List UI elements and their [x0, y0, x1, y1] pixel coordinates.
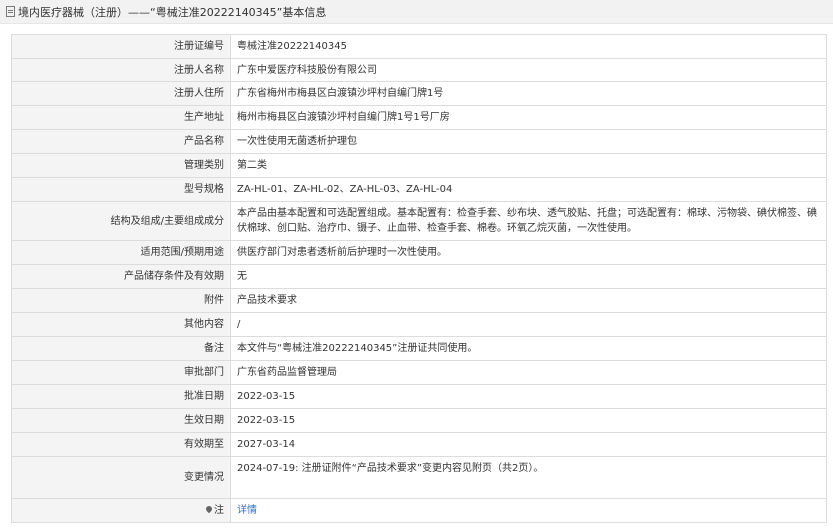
row-value: /: [230, 312, 827, 337]
row-label: 产品储存条件及有效期: [11, 264, 231, 289]
note-label-cell: 注: [11, 498, 231, 523]
row-value: 本文件与“粤械注准20222140345”注册证共同使用。: [230, 336, 827, 361]
note-value-cell: 详情: [230, 498, 827, 523]
row-value: 产品技术要求: [230, 288, 827, 313]
row-label: 审批部门: [11, 360, 231, 385]
table-row: 其他内容 /: [11, 312, 827, 337]
table-row: 生产地址 梅州市梅县区白渡镇沙坪村自编门牌1号1号厂房: [11, 105, 827, 130]
row-label: 管理类别: [11, 153, 231, 178]
row-label: 产品名称: [11, 129, 231, 154]
table-row: 注册人住所 广东省梅州市梅县区白渡镇沙坪村自编门牌1号: [11, 81, 827, 106]
table-row: 备注 本文件与“粤械注准20222140345”注册证共同使用。: [11, 336, 827, 361]
table-row: 型号规格 ZA-HL-01、ZA-HL-02、ZA-HL-03、ZA-HL-04: [11, 177, 827, 202]
row-label: 结构及组成/主要组成成分: [11, 201, 231, 241]
row-label: 型号规格: [11, 177, 231, 202]
note-label: 注: [214, 505, 224, 516]
row-label: 生效日期: [11, 408, 231, 433]
row-value: 本产品由基本配置和可选配置组成。基本配置有：检查手套、纱布块、透气胶贴、托盘；可…: [230, 201, 827, 241]
row-label: 备注: [11, 336, 231, 361]
table-row: 注册证编号 粤械注准20222140345: [11, 34, 827, 59]
row-value: 无: [230, 264, 827, 289]
table-row: 有效期至 2027-03-14: [11, 432, 827, 457]
row-value: 广东中爱医疗科技股份有限公司: [230, 58, 827, 82]
table-row: 适用范围/预期用途 供医疗部门对患者透析前后护理时一次性使用。: [11, 240, 827, 265]
detail-link[interactable]: 详情: [237, 505, 257, 516]
row-value: 2027-03-14: [230, 432, 827, 457]
table-row: 注 详情: [11, 498, 827, 523]
table-row: 产品储存条件及有效期 无: [11, 264, 827, 289]
row-label: 注册人住所: [11, 81, 231, 106]
row-value: 2022-03-15: [230, 384, 827, 409]
row-value: 一次性使用无菌透析护理包: [230, 129, 827, 154]
row-value: 广东省梅州市梅县区白渡镇沙坪村自编门牌1号: [230, 81, 827, 106]
row-label: 批准日期: [11, 384, 231, 409]
row-value: 2022-03-15: [230, 408, 827, 433]
pin-icon: [204, 504, 214, 514]
row-label: 其他内容: [11, 312, 231, 337]
row-value: 粤械注准20222140345: [230, 34, 827, 59]
row-value: 2024-07-19: 注册证附件“产品技术要求”变更内容见附页（共2页）。: [230, 456, 827, 499]
row-value: ZA-HL-01、ZA-HL-02、ZA-HL-03、ZA-HL-04: [230, 177, 827, 202]
table-row: 批准日期 2022-03-15: [11, 384, 827, 409]
row-label: 适用范围/预期用途: [11, 240, 231, 265]
row-label: 生产地址: [11, 105, 231, 130]
row-value: 梅州市梅县区白渡镇沙坪村自编门牌1号1号厂房: [230, 105, 827, 130]
row-label: 注册人名称: [11, 58, 231, 82]
table-row: 附件 产品技术要求: [11, 288, 827, 313]
info-table: 注册证编号 粤械注准20222140345 注册人名称 广东中爱医疗科技股份有限…: [11, 34, 827, 523]
table-row: 变更情况 2024-07-19: 注册证附件“产品技术要求”变更内容见附页（共2…: [11, 456, 827, 499]
row-label: 注册证编号: [11, 34, 231, 59]
row-label: 附件: [11, 288, 231, 313]
page-title: 境内医疗器械（注册）——“粤械注准20222140345”基本信息: [18, 5, 327, 19]
table-row: 审批部门 广东省药品监督管理局: [11, 360, 827, 385]
table-row: 结构及组成/主要组成成分 本产品由基本配置和可选配置组成。基本配置有：检查手套、…: [11, 201, 827, 241]
row-label: 变更情况: [11, 456, 231, 499]
table-row: 产品名称 一次性使用无菌透析护理包: [11, 129, 827, 154]
row-value: 供医疗部门对患者透析前后护理时一次性使用。: [230, 240, 827, 265]
row-label: 有效期至: [11, 432, 231, 457]
page-header: 境内医疗器械（注册）——“粤械注准20222140345”基本信息: [0, 0, 833, 24]
document-icon: [6, 6, 15, 17]
row-value: 第二类: [230, 153, 827, 178]
row-value: 广东省药品监督管理局: [230, 360, 827, 385]
table-row: 管理类别 第二类: [11, 153, 827, 178]
table-row: 生效日期 2022-03-15: [11, 408, 827, 433]
table-row: 注册人名称 广东中爱医疗科技股份有限公司: [11, 58, 827, 82]
